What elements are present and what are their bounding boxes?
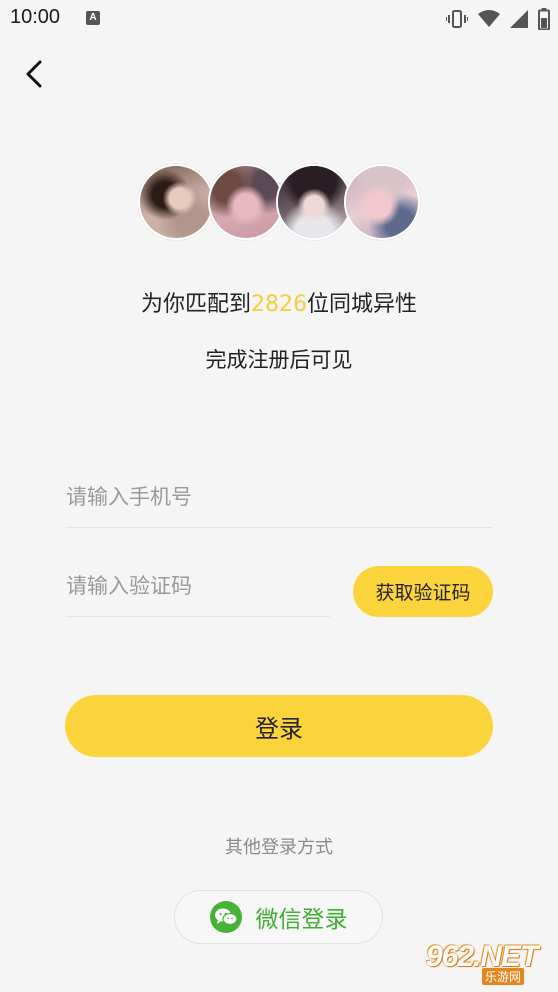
vibrate-icon xyxy=(446,9,468,29)
wifi-icon xyxy=(478,10,500,28)
wechat-icon xyxy=(209,901,242,933)
battery-icon xyxy=(538,8,550,30)
match-headline: 为你匹配到2826位同城异性 xyxy=(0,288,558,322)
avatar xyxy=(344,164,420,240)
watermark-sub: 乐游网 xyxy=(482,968,525,985)
get-code-button[interactable]: 获取验证码 xyxy=(353,566,493,617)
matched-avatars xyxy=(138,164,420,240)
match-prefix: 为你匹配到 xyxy=(140,292,251,317)
avatar xyxy=(208,164,284,240)
back-button[interactable] xyxy=(14,56,54,96)
notification-app-icon: A xyxy=(86,11,100,25)
wechat-login-button[interactable]: 微信登录 xyxy=(174,890,383,944)
match-subtitle: 完成注册后可见 xyxy=(205,348,353,372)
code-field-container xyxy=(66,556,330,617)
chevron-left-icon xyxy=(23,59,45,93)
match-suffix: 位同城异性 xyxy=(307,292,418,317)
cell-signal-icon xyxy=(510,10,528,28)
wechat-login-label: 微信登录 xyxy=(255,907,348,933)
verification-code-input[interactable] xyxy=(66,556,330,616)
other-login-label: 其他登录方式 xyxy=(225,837,333,858)
status-time: 10:00 xyxy=(10,6,61,28)
avatar xyxy=(276,164,352,240)
avatar xyxy=(138,164,214,240)
phone-field-container xyxy=(66,467,492,528)
phone-input[interactable] xyxy=(66,467,492,527)
match-count: 2826 xyxy=(251,292,307,317)
login-button[interactable]: 登录 xyxy=(65,695,493,757)
site-watermark: 962.NET 乐游网 xyxy=(422,940,552,986)
status-icons xyxy=(446,8,550,30)
status-bar: 10:00 A xyxy=(0,0,558,38)
